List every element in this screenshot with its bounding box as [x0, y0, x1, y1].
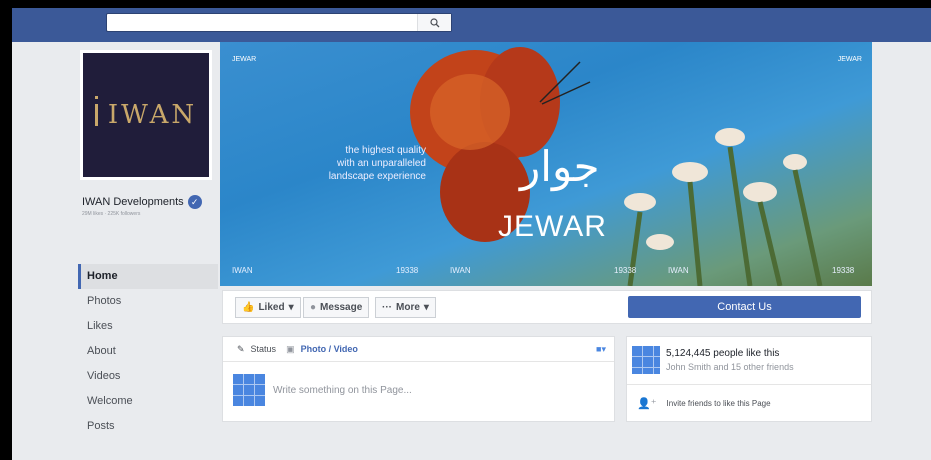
cover-corner-right: JEWAR	[837, 56, 862, 63]
nav-item-welcome[interactable]: Welcome	[78, 389, 218, 414]
top-navigation-bar	[12, 8, 931, 42]
cover-footer-brand: IWAN	[450, 266, 471, 275]
nav-item-home[interactable]: Home	[78, 264, 218, 289]
likes-summary: 5,124,445 people like this John Smith an…	[627, 337, 871, 374]
nav-item-videos[interactable]: Videos	[78, 364, 218, 389]
liked-label: Liked	[258, 302, 285, 313]
caret-down-icon: ▾	[288, 302, 294, 313]
cover-photo[interactable]: JEWAR JEWAR the highest quality with an …	[220, 42, 872, 286]
likes-friends[interactable]: John Smith and 15 other friends	[666, 362, 794, 372]
ellipsis-icon: ···	[382, 302, 392, 313]
add-friend-icon: 👤⁺	[637, 398, 657, 410]
invite-friends-label: Invite friends to like this Page	[666, 399, 771, 408]
cover-footer-brand: IWAN	[232, 266, 253, 275]
camera-icon: ▣	[286, 343, 295, 354]
search-button[interactable]	[417, 14, 451, 31]
page-nav: Home Photos Likes About Videos Welcome P…	[78, 264, 218, 439]
nav-item-posts[interactable]: Posts	[78, 414, 218, 439]
nav-item-about[interactable]: About	[78, 339, 218, 364]
invite-friends-row[interactable]: 👤⁺ Invite friends to like this Page	[627, 384, 871, 422]
nav-item-likes[interactable]: Likes	[78, 314, 218, 339]
thumbs-up-icon: 👍	[242, 302, 255, 313]
composer-input[interactable]: Write something on this Page...	[273, 385, 412, 396]
likes-text: 5,124,445 people like this John Smith an…	[666, 348, 794, 372]
message-icon: ●	[310, 302, 317, 313]
cover-footer-phone: 19338	[614, 266, 637, 275]
cover-tagline-line: the highest quality	[345, 145, 426, 156]
tab-status[interactable]: Status	[251, 344, 277, 354]
message-label: Message	[320, 302, 363, 313]
contact-us-button[interactable]: Contact Us	[628, 296, 861, 318]
more-label: More	[396, 302, 420, 313]
composer-body: Write something on this Page...	[223, 362, 614, 418]
composer-tabs: ✎ Status ▣ Photo / Video ■▾	[223, 337, 614, 362]
profile-picture[interactable]: IWAN	[80, 50, 212, 180]
search-input[interactable]	[106, 13, 452, 32]
message-button[interactable]: ● Message	[303, 297, 370, 318]
nav-item-photos[interactable]: Photos	[78, 289, 218, 314]
cover-footer-brand: IWAN	[668, 266, 689, 275]
cover-tagline-line: landscape experience	[328, 171, 426, 182]
audience-selector-icon[interactable]: ■▾	[596, 344, 606, 355]
likes-count: 5,124,445 people like this	[666, 348, 780, 359]
cover-tagline: the highest quality with an unparalleled…	[320, 144, 426, 183]
page-avatar-thumbnail	[233, 374, 265, 406]
page-stats: 29M likes · 225K followers	[82, 211, 141, 217]
cover-footer-phone: 19338	[832, 266, 855, 275]
page-frame: IWAN IWAN Developments ✓ 29M likes · 225…	[12, 8, 931, 460]
tab-photo-video[interactable]: Photo / Video	[301, 344, 358, 354]
page-name[interactable]: IWAN Developments ✓	[82, 195, 202, 209]
page-name-label: IWAN Developments	[82, 196, 184, 208]
cover-corner-left: JEWAR	[232, 56, 257, 63]
post-composer: ✎ Status ▣ Photo / Video ■▾ Write someth…	[222, 336, 615, 422]
liked-button[interactable]: 👍 Liked ▾	[235, 297, 301, 318]
page-likes-box: 5,124,445 people like this John Smith an…	[626, 336, 872, 422]
caret-down-icon: ▾	[423, 302, 429, 313]
iwan-logo: IWAN	[94, 96, 197, 130]
cover-tagline-line: with an unparalleled	[337, 158, 426, 169]
likes-thumbnail	[632, 346, 660, 374]
verified-badge-icon: ✓	[187, 195, 202, 209]
page-actions-bar: 👍 Liked ▾ ● Message ··· More ▾ Contact U…	[222, 290, 872, 324]
cover-arabic-title: جوار	[520, 142, 600, 191]
cover-brand-title: JEWAR	[498, 210, 607, 243]
cover-footer-phone: 19338	[396, 266, 419, 275]
more-button[interactable]: ··· More ▾	[375, 297, 436, 318]
search-icon	[429, 17, 439, 27]
pencil-icon: ✎	[237, 343, 245, 354]
